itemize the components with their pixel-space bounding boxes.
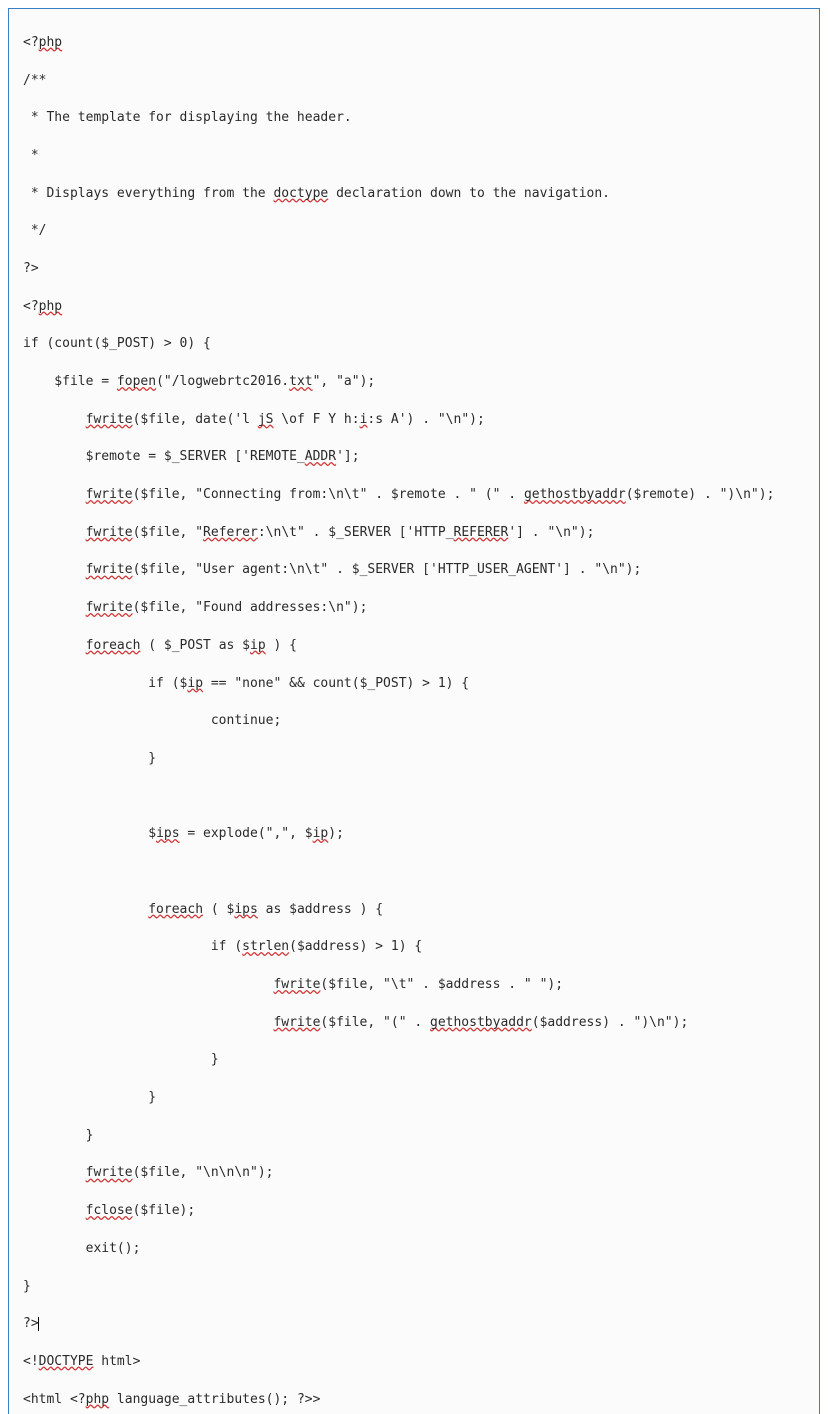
code-line: fwrite($file, date('l jS \of F Y h:i:s A… bbox=[23, 411, 809, 430]
spell-squiggle: fwrite bbox=[86, 1165, 133, 1180]
spell-squiggle: fwrite bbox=[86, 562, 133, 577]
code-line: <!DOCTYPE html> bbox=[23, 1353, 809, 1372]
code-line: } bbox=[23, 1089, 809, 1108]
code-line: exit(); bbox=[23, 1240, 809, 1259]
code-editor[interactable]: <?php /** * The template for displaying … bbox=[8, 8, 820, 1414]
spell-squiggle: gethostbyaddr bbox=[430, 1015, 532, 1030]
code-line: foreach ( $_POST as $ip ) { bbox=[23, 637, 809, 656]
code-line: <?php bbox=[23, 34, 809, 53]
spell-squiggle: ips bbox=[156, 826, 179, 841]
code-line: ?> bbox=[23, 260, 809, 279]
code-line bbox=[23, 863, 809, 882]
code-line: } bbox=[23, 1127, 809, 1146]
spell-squiggle: foreach bbox=[86, 638, 141, 653]
code-line: fwrite($file, "(" . gethostbyaddr($addre… bbox=[23, 1014, 809, 1033]
spell-squiggle: ip bbox=[187, 676, 203, 691]
spell-squiggle: Referer bbox=[203, 525, 258, 540]
spell-squiggle: ADDR bbox=[305, 449, 336, 464]
spell-squiggle: php bbox=[39, 35, 62, 50]
spell-squiggle: gethostbyaddr bbox=[524, 487, 626, 502]
code-line: fwrite($file, "User agent:\n\t" . $_SERV… bbox=[23, 561, 809, 580]
code-line bbox=[23, 788, 809, 807]
code-line: $remote = $_SERVER ['REMOTE_ADDR']; bbox=[23, 448, 809, 467]
code-line: * Displays everything from the doctype d… bbox=[23, 185, 809, 204]
spell-squiggle: DOCTYPE bbox=[39, 1354, 94, 1369]
code-line: } bbox=[23, 750, 809, 769]
code-line: fwrite($file, "\n\n\n"); bbox=[23, 1164, 809, 1183]
code-line: /** bbox=[23, 72, 809, 91]
code-line: fwrite($file, "Found addresses:\n"); bbox=[23, 599, 809, 618]
code-line: fwrite($file, "Connecting from:\n\t" . $… bbox=[23, 486, 809, 505]
spell-squiggle: REFERER bbox=[454, 525, 509, 540]
code-line: continue; bbox=[23, 712, 809, 731]
code-line: $ips = explode(",", $ip); bbox=[23, 825, 809, 844]
code-line: if (strlen($address) > 1) { bbox=[23, 938, 809, 957]
code-line: foreach ( $ips as $address ) { bbox=[23, 901, 809, 920]
spell-squiggle: foreach bbox=[148, 902, 203, 917]
spell-squiggle: jS bbox=[258, 412, 274, 427]
code-line: */ bbox=[23, 222, 809, 241]
code-line: } bbox=[23, 1278, 809, 1297]
spell-squiggle: ip bbox=[250, 638, 266, 653]
code-line: fwrite($file, "Referer:\n\t" . $_SERVER … bbox=[23, 524, 809, 543]
code-line: fwrite($file, "\t" . $address . " "); bbox=[23, 976, 809, 995]
spell-squiggle: fwrite bbox=[86, 525, 133, 540]
text-cursor bbox=[38, 1317, 39, 1331]
spell-squiggle: ip bbox=[313, 826, 329, 841]
spell-squiggle: ips bbox=[234, 902, 257, 917]
spell-squiggle: fclose bbox=[86, 1203, 133, 1218]
code-line: <?php bbox=[23, 298, 809, 317]
code-line: fclose($file); bbox=[23, 1202, 809, 1221]
code-line: if (count($_POST) > 0) { bbox=[23, 335, 809, 354]
spell-squiggle: php bbox=[39, 299, 62, 314]
spell-squiggle: fwrite bbox=[86, 487, 133, 502]
code-line: ?> bbox=[23, 1315, 809, 1334]
code-line: * bbox=[23, 147, 809, 166]
spell-squiggle: fwrite bbox=[86, 412, 133, 427]
code-line: * The template for displaying the header… bbox=[23, 109, 809, 128]
spell-squiggle: php bbox=[86, 1392, 109, 1407]
code-line: <html <?php language_attributes(); ?>> bbox=[23, 1391, 809, 1410]
spell-squiggle: fwrite bbox=[273, 1015, 320, 1030]
spell-squiggle: fwrite bbox=[86, 600, 133, 615]
spell-squiggle: strlen bbox=[242, 939, 289, 954]
spell-squiggle: fwrite bbox=[273, 977, 320, 992]
spell-squiggle: doctype bbox=[273, 186, 328, 201]
code-line: } bbox=[23, 1051, 809, 1070]
code-line: if ($ip == "none" && count($_POST) > 1) … bbox=[23, 675, 809, 694]
spell-squiggle: txt bbox=[289, 374, 312, 389]
code-line: $file = fopen("/logwebrtc2016.txt", "a")… bbox=[23, 373, 809, 392]
spell-squiggle: fopen bbox=[117, 374, 156, 389]
